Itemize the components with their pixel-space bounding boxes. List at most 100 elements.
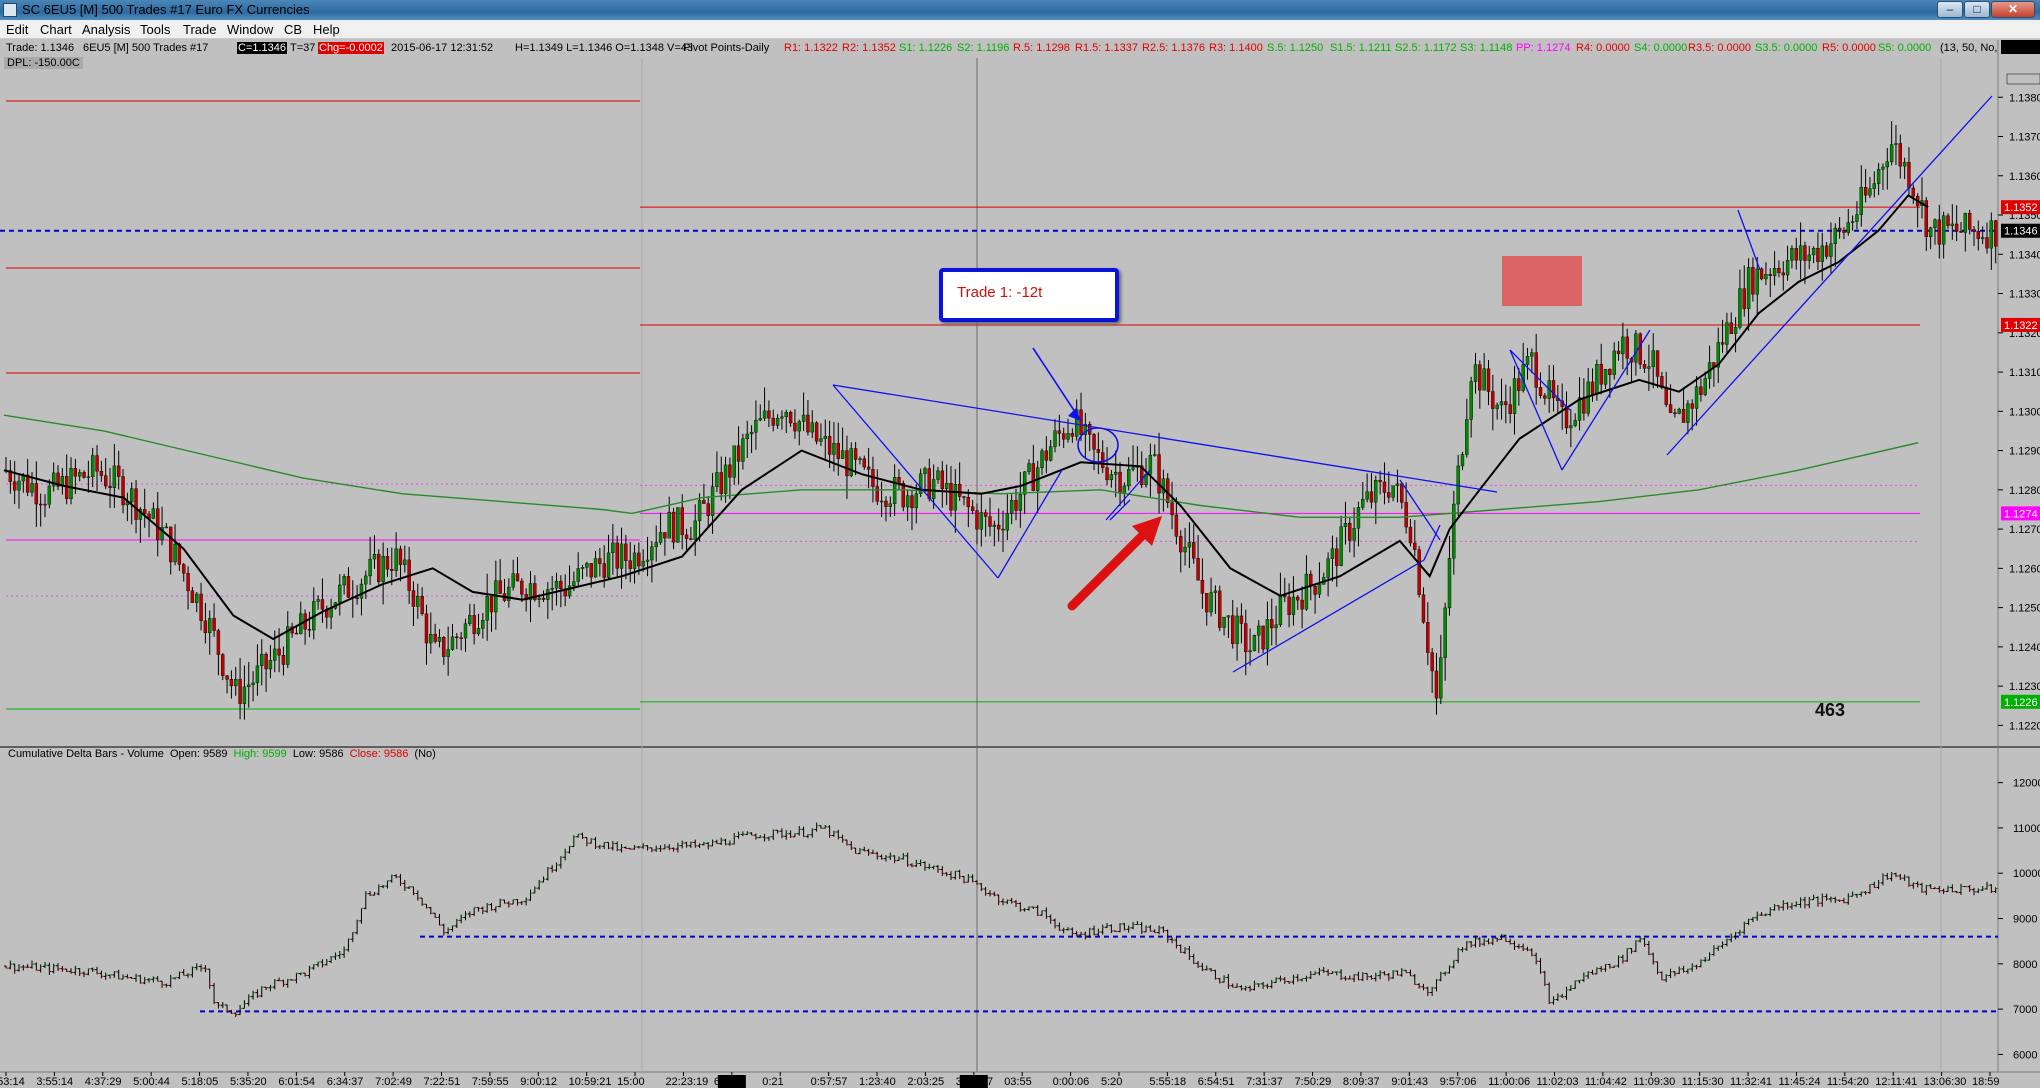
candle-body — [1525, 356, 1530, 365]
candle-body — [1638, 333, 1642, 365]
candle-body — [359, 583, 364, 599]
candle-body — [442, 637, 446, 657]
candle-body — [108, 485, 112, 488]
candle-body — [975, 510, 979, 530]
price-tick-label: 1.1340 — [2009, 249, 2040, 261]
candle-body — [1048, 446, 1053, 461]
candle-body — [1928, 227, 1933, 237]
time-tick-label: 5:55:18 — [1149, 1076, 1186, 1088]
candle-body — [186, 572, 190, 592]
candle-body — [242, 686, 247, 704]
candle-body — [957, 483, 962, 497]
candle-body — [1478, 364, 1482, 391]
candle-body — [1894, 143, 1898, 145]
candle-body — [853, 448, 858, 460]
candle-body — [810, 422, 814, 433]
candle-body — [784, 411, 788, 418]
time-tick-label: 11:00:06 — [1488, 1076, 1530, 1088]
candle-body — [1764, 274, 1768, 280]
candle-body — [1209, 592, 1213, 613]
candle-body — [719, 472, 723, 494]
candle-body — [1430, 652, 1434, 672]
candle-body — [1980, 237, 1985, 239]
price-tick-label: 1.1290 — [2009, 446, 2040, 458]
candle-body — [1369, 491, 1374, 503]
candle-body — [1902, 162, 1907, 167]
study-flag: (No) — [414, 748, 436, 760]
candle-body — [117, 465, 121, 477]
candle-body — [1447, 558, 1452, 609]
candle-body — [728, 464, 732, 478]
candle-body — [684, 534, 689, 539]
candle-body — [1469, 381, 1473, 420]
candle-body — [38, 503, 43, 506]
candle-body — [905, 495, 910, 508]
candle-body — [1378, 480, 1382, 483]
candle-body — [90, 455, 95, 477]
chart-canvas[interactable]: 1.13801.13701.13601.13501.13401.13301.13… — [0, 0, 2040, 1088]
candle-body — [619, 543, 624, 569]
candle-body — [1287, 596, 1291, 615]
candle-body — [1391, 485, 1395, 498]
trade-callout[interactable]: Trade 1: -12t — [939, 268, 1119, 322]
candle-body — [73, 468, 78, 477]
candle-body — [203, 620, 208, 634]
candle-body — [1348, 523, 1352, 541]
candle-body — [1985, 237, 1989, 249]
candle-body — [593, 558, 598, 578]
candle-body — [264, 653, 268, 670]
candle-body — [424, 613, 429, 644]
time-tick-label: 11:54:20 — [1827, 1076, 1869, 1088]
candle-body — [576, 568, 580, 582]
candle-body — [1382, 481, 1387, 493]
candle-body — [47, 485, 52, 505]
candle-body — [364, 575, 368, 585]
candle-body — [602, 563, 606, 578]
candle-body — [1820, 245, 1824, 262]
candle-body — [1157, 454, 1161, 494]
candle-body — [862, 458, 866, 468]
candle-body — [823, 436, 827, 439]
candle-body — [1109, 474, 1114, 481]
fast-moving-average — [3, 194, 1929, 641]
candle-body — [1993, 220, 1998, 247]
candle-body — [598, 558, 602, 564]
time-tick-label: 10:59:21 — [569, 1076, 612, 1088]
candle-body — [827, 436, 832, 455]
candle-body — [1009, 500, 1014, 514]
candle-body — [1261, 625, 1265, 650]
price-tag-label: 1.1226 — [2004, 697, 2038, 709]
info-r15: R1.5: 1.1337 — [1075, 42, 1138, 54]
candle-body — [459, 637, 463, 639]
candle-body — [1963, 213, 1968, 233]
candle-body — [1850, 221, 1855, 223]
info-s35: S3.5: 0.0000 — [1755, 42, 1818, 54]
candle-body — [1486, 368, 1491, 392]
candle-body — [1495, 404, 1499, 409]
candle-body — [615, 542, 619, 569]
candle-body — [34, 483, 39, 505]
candle-body — [1595, 363, 1599, 395]
candle-body — [95, 455, 99, 472]
candle-body — [199, 593, 203, 621]
candle-body — [762, 410, 767, 419]
candle-body — [498, 580, 502, 594]
candle-body — [1759, 268, 1764, 280]
candle-body — [892, 477, 897, 504]
candle-body — [1465, 419, 1469, 455]
candle-body — [1096, 449, 1101, 453]
candle-body — [130, 488, 134, 503]
candle-body — [1872, 183, 1876, 189]
candle-body — [901, 483, 905, 508]
candle-body — [164, 526, 169, 529]
delta-tick-label: 12000 — [2013, 778, 2040, 790]
info-s1: S1: 1.1226 — [899, 42, 953, 54]
info-datetime: 2015-06-17 12:31:52 — [391, 42, 494, 54]
candle-body — [1694, 386, 1699, 409]
candle-body — [819, 438, 823, 442]
candle-body — [749, 431, 754, 435]
candle-body — [1361, 498, 1365, 508]
candle-body — [1408, 526, 1413, 544]
candle-body — [1781, 272, 1785, 276]
candle-body — [455, 636, 459, 638]
